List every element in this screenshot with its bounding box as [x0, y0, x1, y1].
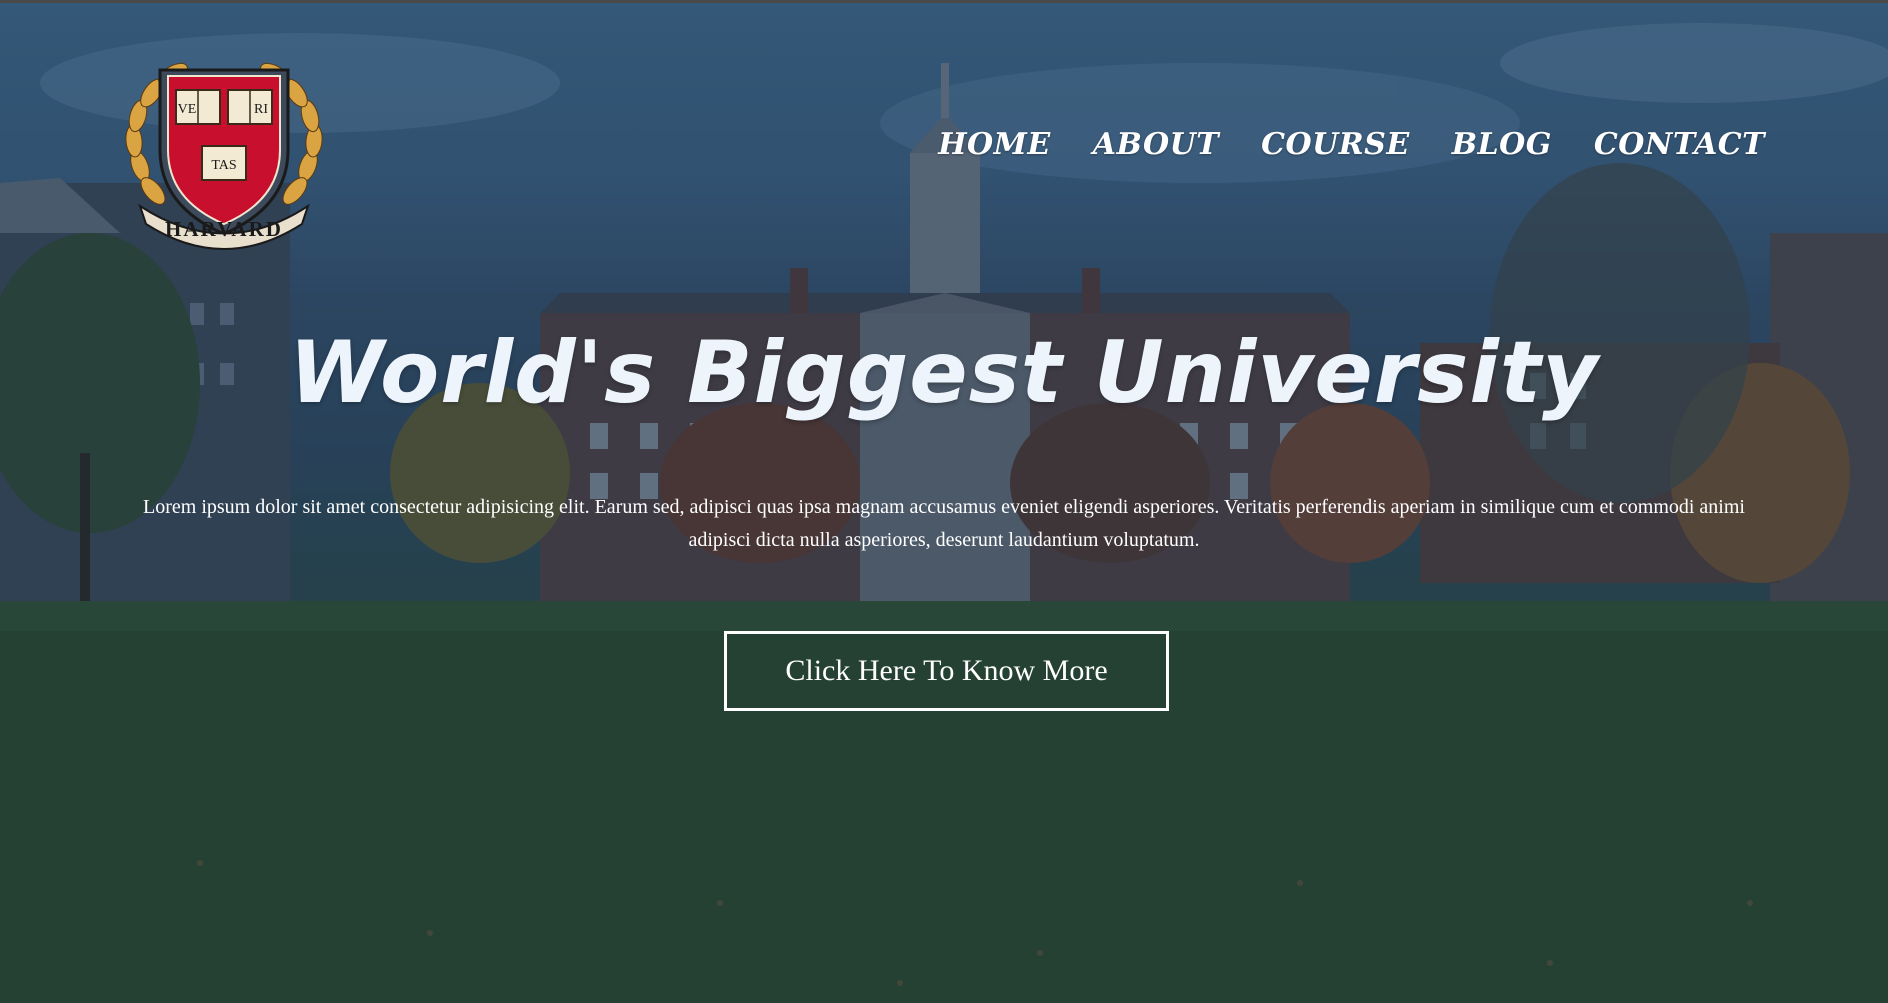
hero-title: World's Biggest University: [288, 323, 1600, 423]
nav-item-course[interactable]: COURSE: [1261, 127, 1410, 162]
harvard-crest-logo[interactable]: VE RI TAS HARVARD: [118, 46, 330, 252]
nav-item-about[interactable]: ABOUT: [1093, 127, 1219, 162]
banner-text: HARVARD: [165, 217, 283, 241]
know-more-button[interactable]: Click Here To Know More: [724, 631, 1169, 711]
svg-text:TAS: TAS: [211, 158, 236, 173]
svg-text:VE: VE: [178, 102, 197, 117]
nav-item-blog[interactable]: BLOG: [1452, 127, 1552, 162]
main-nav: HOME ABOUT COURSE BLOG CONTACT: [938, 127, 1765, 162]
svg-text:RI: RI: [254, 102, 268, 117]
hero-section: VE RI TAS HARVARD HOME ABOUT COURSE BLOG…: [0, 0, 1888, 1003]
hero-description: Lorem ipsum dolor sit amet consectetur a…: [143, 496, 1745, 551]
nav-item-contact[interactable]: CONTACT: [1594, 127, 1765, 162]
nav-item-home[interactable]: HOME: [938, 127, 1051, 162]
